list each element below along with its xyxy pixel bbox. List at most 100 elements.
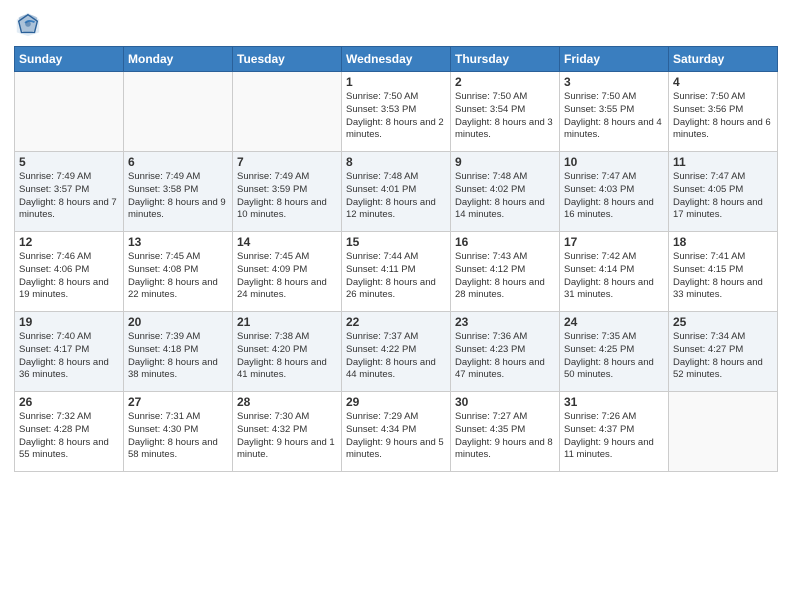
day-info: Sunrise: 7:45 AM Sunset: 4:09 PM Dayligh…	[237, 251, 337, 302]
week-row-2: 5 Sunrise: 7:49 AM Sunset: 3:57 PM Daylig…	[15, 152, 778, 232]
day-info: Sunrise: 7:27 AM Sunset: 4:35 PM Dayligh…	[455, 411, 555, 462]
day-number: 14	[237, 235, 337, 249]
calendar-table: SundayMondayTuesdayWednesdayThursdayFrid…	[14, 46, 778, 472]
day-info: Sunrise: 7:45 AM Sunset: 4:08 PM Dayligh…	[128, 251, 228, 302]
calendar-cell: 27 Sunrise: 7:31 AM Sunset: 4:30 PM Dayli…	[124, 392, 233, 472]
calendar-cell: 23 Sunrise: 7:36 AM Sunset: 4:23 PM Dayli…	[451, 312, 560, 392]
calendar-cell: 10 Sunrise: 7:47 AM Sunset: 4:03 PM Dayli…	[560, 152, 669, 232]
calendar-cell: 13 Sunrise: 7:45 AM Sunset: 4:08 PM Dayli…	[124, 232, 233, 312]
calendar-cell: 12Sunrise: 7:46 AM Sunset: 4:06 PM Dayli…	[15, 232, 124, 312]
calendar-cell: 21Sunrise: 7:38 AM Sunset: 4:20 PM Dayli…	[233, 312, 342, 392]
calendar-cell: 4 Sunrise: 7:50 AM Sunset: 3:56 PM Daylig…	[669, 72, 778, 152]
day-info: Sunrise: 7:49 AM Sunset: 3:59 PM Dayligh…	[237, 171, 337, 222]
calendar-cell: 20 Sunrise: 7:39 AM Sunset: 4:18 PM Dayli…	[124, 312, 233, 392]
day-number: 4	[673, 75, 773, 89]
weekday-header-saturday: Saturday	[669, 47, 778, 72]
day-info: Sunrise: 7:38 AM Sunset: 4:20 PM Dayligh…	[237, 331, 337, 382]
day-number: 29	[346, 395, 446, 409]
day-number: 16	[455, 235, 555, 249]
day-number: 26	[19, 395, 119, 409]
calendar-cell	[233, 72, 342, 152]
day-info: Sunrise: 7:40 AM Sunset: 4:17 PM Dayligh…	[19, 331, 119, 382]
calendar-cell	[15, 72, 124, 152]
day-info: Sunrise: 7:49 AM Sunset: 3:57 PM Dayligh…	[19, 171, 119, 222]
weekday-header-sunday: Sunday	[15, 47, 124, 72]
day-info: Sunrise: 7:42 AM Sunset: 4:14 PM Dayligh…	[564, 251, 664, 302]
day-info: Sunrise: 7:48 AM Sunset: 4:01 PM Dayligh…	[346, 171, 446, 222]
day-info: Sunrise: 7:44 AM Sunset: 4:11 PM Dayligh…	[346, 251, 446, 302]
day-number: 1	[346, 75, 446, 89]
calendar-cell: 26 Sunrise: 7:32 AM Sunset: 4:28 PM Dayli…	[15, 392, 124, 472]
day-info: Sunrise: 7:50 AM Sunset: 3:54 PM Dayligh…	[455, 91, 555, 142]
calendar-cell: 28Sunrise: 7:30 AM Sunset: 4:32 PM Dayli…	[233, 392, 342, 472]
day-info: Sunrise: 7:47 AM Sunset: 4:03 PM Dayligh…	[564, 171, 664, 222]
day-number: 23	[455, 315, 555, 329]
calendar-cell: 15Sunrise: 7:44 AM Sunset: 4:11 PM Dayli…	[342, 232, 451, 312]
calendar-cell: 29 Sunrise: 7:29 AM Sunset: 4:34 PM Dayli…	[342, 392, 451, 472]
calendar-cell: 30 Sunrise: 7:27 AM Sunset: 4:35 PM Dayli…	[451, 392, 560, 472]
day-info: Sunrise: 7:35 AM Sunset: 4:25 PM Dayligh…	[564, 331, 664, 382]
day-number: 18	[673, 235, 773, 249]
day-number: 17	[564, 235, 664, 249]
day-info: Sunrise: 7:31 AM Sunset: 4:30 PM Dayligh…	[128, 411, 228, 462]
day-info: Sunrise: 7:39 AM Sunset: 4:18 PM Dayligh…	[128, 331, 228, 382]
day-number: 30	[455, 395, 555, 409]
week-row-4: 19 Sunrise: 7:40 AM Sunset: 4:17 PM Dayli…	[15, 312, 778, 392]
day-number: 11	[673, 155, 773, 169]
day-number: 27	[128, 395, 228, 409]
calendar-cell: 25Sunrise: 7:34 AM Sunset: 4:27 PM Dayli…	[669, 312, 778, 392]
calendar-cell: 14 Sunrise: 7:45 AM Sunset: 4:09 PM Dayli…	[233, 232, 342, 312]
day-info: Sunrise: 7:34 AM Sunset: 4:27 PM Dayligh…	[673, 331, 773, 382]
calendar-cell: 17 Sunrise: 7:42 AM Sunset: 4:14 PM Dayli…	[560, 232, 669, 312]
calendar-cell: 7 Sunrise: 7:49 AM Sunset: 3:59 PM Daylig…	[233, 152, 342, 232]
day-info: Sunrise: 7:26 AM Sunset: 4:37 PM Dayligh…	[564, 411, 664, 462]
logo-icon	[14, 10, 42, 38]
weekday-header-wednesday: Wednesday	[342, 47, 451, 72]
day-info: Sunrise: 7:30 AM Sunset: 4:32 PM Dayligh…	[237, 411, 337, 462]
day-number: 7	[237, 155, 337, 169]
day-info: Sunrise: 7:36 AM Sunset: 4:23 PM Dayligh…	[455, 331, 555, 382]
day-number: 10	[564, 155, 664, 169]
week-row-5: 26 Sunrise: 7:32 AM Sunset: 4:28 PM Dayli…	[15, 392, 778, 472]
weekday-header-row: SundayMondayTuesdayWednesdayThursdayFrid…	[15, 47, 778, 72]
weekday-header-friday: Friday	[560, 47, 669, 72]
day-number: 19	[19, 315, 119, 329]
day-number: 3	[564, 75, 664, 89]
day-info: Sunrise: 7:46 AM Sunset: 4:06 PM Dayligh…	[19, 251, 119, 302]
day-number: 13	[128, 235, 228, 249]
day-info: Sunrise: 7:50 AM Sunset: 3:56 PM Dayligh…	[673, 91, 773, 142]
day-number: 2	[455, 75, 555, 89]
logo	[14, 10, 46, 38]
day-info: Sunrise: 7:47 AM Sunset: 4:05 PM Dayligh…	[673, 171, 773, 222]
header	[14, 10, 778, 38]
day-info: Sunrise: 7:41 AM Sunset: 4:15 PM Dayligh…	[673, 251, 773, 302]
calendar-cell: 24 Sunrise: 7:35 AM Sunset: 4:25 PM Dayli…	[560, 312, 669, 392]
day-info: Sunrise: 7:49 AM Sunset: 3:58 PM Dayligh…	[128, 171, 228, 222]
day-number: 5	[19, 155, 119, 169]
day-info: Sunrise: 7:32 AM Sunset: 4:28 PM Dayligh…	[19, 411, 119, 462]
calendar-cell: 16 Sunrise: 7:43 AM Sunset: 4:12 PM Dayli…	[451, 232, 560, 312]
calendar-cell: 19 Sunrise: 7:40 AM Sunset: 4:17 PM Dayli…	[15, 312, 124, 392]
day-number: 8	[346, 155, 446, 169]
day-number: 20	[128, 315, 228, 329]
day-info: Sunrise: 7:50 AM Sunset: 3:53 PM Dayligh…	[346, 91, 446, 142]
day-info: Sunrise: 7:37 AM Sunset: 4:22 PM Dayligh…	[346, 331, 446, 382]
week-row-1: 1 Sunrise: 7:50 AM Sunset: 3:53 PM Daylig…	[15, 72, 778, 152]
weekday-header-thursday: Thursday	[451, 47, 560, 72]
day-info: Sunrise: 7:50 AM Sunset: 3:55 PM Dayligh…	[564, 91, 664, 142]
week-row-3: 12Sunrise: 7:46 AM Sunset: 4:06 PM Dayli…	[15, 232, 778, 312]
calendar-cell	[669, 392, 778, 472]
day-number: 6	[128, 155, 228, 169]
calendar-cell: 6 Sunrise: 7:49 AM Sunset: 3:58 PM Daylig…	[124, 152, 233, 232]
calendar-cell: 1 Sunrise: 7:50 AM Sunset: 3:53 PM Daylig…	[342, 72, 451, 152]
day-info: Sunrise: 7:29 AM Sunset: 4:34 PM Dayligh…	[346, 411, 446, 462]
day-number: 22	[346, 315, 446, 329]
day-number: 31	[564, 395, 664, 409]
calendar-cell	[124, 72, 233, 152]
day-number: 24	[564, 315, 664, 329]
weekday-header-monday: Monday	[124, 47, 233, 72]
day-info: Sunrise: 7:43 AM Sunset: 4:12 PM Dayligh…	[455, 251, 555, 302]
calendar-cell: 18 Sunrise: 7:41 AM Sunset: 4:15 PM Dayli…	[669, 232, 778, 312]
calendar-cell: 31 Sunrise: 7:26 AM Sunset: 4:37 PM Dayli…	[560, 392, 669, 472]
weekday-header-tuesday: Tuesday	[233, 47, 342, 72]
